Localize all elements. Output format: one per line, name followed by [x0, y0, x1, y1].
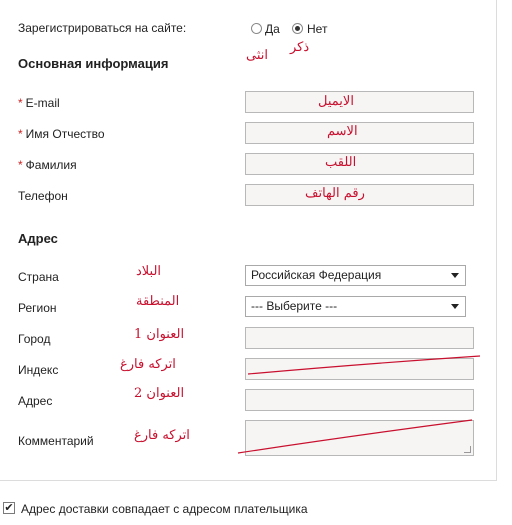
strike-line-index [247, 355, 481, 375]
delivery-checkbox[interactable]: ✔ [3, 502, 15, 514]
strike-line-comment [237, 419, 473, 454]
strike-lines [237, 355, 481, 454]
delivery-checkbox-label: Адрес доставки совпадает с адресом плате… [21, 502, 308, 516]
registration-form-panel: Зарегистрироваться на сайте: Да Нет انثى… [0, 0, 497, 481]
